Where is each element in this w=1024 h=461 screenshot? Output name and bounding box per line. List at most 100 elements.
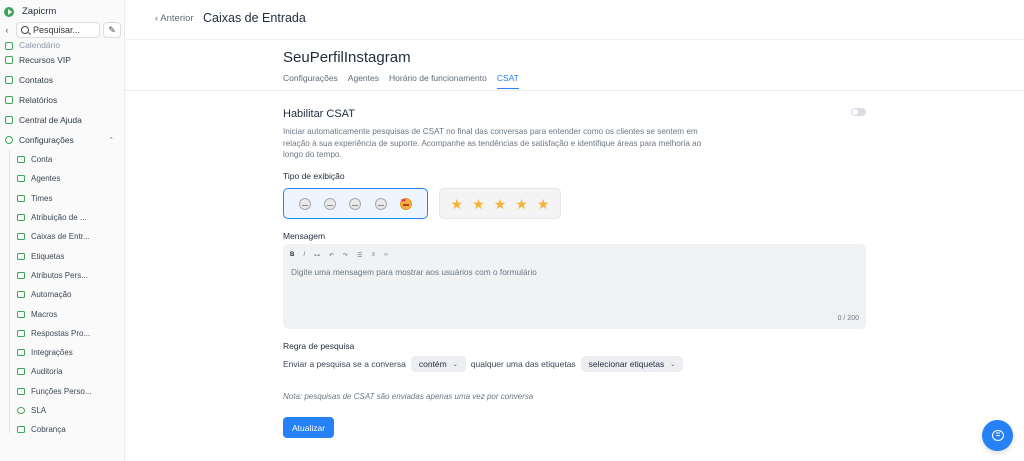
sidebar-item-sla[interactable]: SLA <box>0 401 124 420</box>
page-title: Caixas de Entrada <box>203 11 306 25</box>
sidebar-item-label: Etiquetas <box>31 251 65 261</box>
star-icon: ★ <box>450 195 464 212</box>
display-type-emoji-option[interactable] <box>283 188 428 219</box>
sidebar-item-macros[interactable]: Macros <box>0 304 124 323</box>
sidebar-item-agents[interactable]: Agentes <box>0 169 124 188</box>
heart-eyes-emoji-icon <box>400 197 413 210</box>
sidebar-item-teams[interactable]: Times <box>0 189 124 208</box>
sidebar: Zapicrm ‹ Pesquisar... ✎ Calendário Recu… <box>0 0 125 461</box>
search-placeholder: Pesquisar... <box>33 25 81 35</box>
sidebar-item-label: Agentes <box>31 174 61 184</box>
sidebar-item-inboxes[interactable]: Caixas de Entr... <box>0 227 124 246</box>
search-input[interactable]: Pesquisar... <box>16 22 100 38</box>
sidebar-item-canned-responses[interactable]: Respostas Pro... <box>0 324 124 343</box>
tab-csat[interactable]: CSAT <box>496 73 519 89</box>
star-icon: ★ <box>515 195 528 212</box>
tab-configuracoes[interactable]: Configurações <box>283 73 338 89</box>
sidebar-item-integrations[interactable]: Integrações <box>0 343 124 362</box>
redo-icon[interactable]: ↷ <box>343 252 348 259</box>
sidebar-item-label: Respostas Pro... <box>31 328 91 338</box>
bold-icon[interactable]: B <box>290 252 294 259</box>
character-counter: 0 / 200 <box>837 315 859 322</box>
csat-enable-toggle[interactable] <box>851 108 866 116</box>
tabs-divider <box>125 90 1024 91</box>
chevron-up-icon: ⌃ <box>108 137 114 144</box>
code-icon <box>17 271 25 279</box>
bullet-list-icon[interactable]: ☰ <box>357 252 362 259</box>
app-name: Zapicrm <box>22 6 57 17</box>
happy-emoji-icon <box>374 197 387 210</box>
sidebar-item-label: Contatos <box>19 75 54 85</box>
numbered-list-icon[interactable]: ≡ <box>371 252 375 259</box>
rule-tags-select[interactable]: selecionar etiquetas ⌄ <box>580 356 684 372</box>
rule-row: Enviar a pesquisa se a conversa contém ⌄… <box>283 356 684 372</box>
sidebar-item-custom-roles[interactable]: Funções Perso... <box>0 382 124 401</box>
rule-operator-select[interactable]: contém ⌄ <box>410 356 466 372</box>
sidebar-item-label: Cobrança <box>31 425 66 435</box>
settings-submenu: Conta Agentes Times Atribuição de ... Ca… <box>0 150 124 439</box>
sidebar-item-vip[interactable]: Recursos VIP <box>0 50 124 70</box>
sidebar-item-label: Recursos VIP <box>19 55 71 65</box>
sidebar-item-contacts[interactable]: Contatos <box>0 70 124 90</box>
sidebar-item-billing[interactable]: Cobrança <box>0 420 124 439</box>
sidebar-item-account[interactable]: Conta <box>0 150 124 169</box>
message-placeholder: Digite uma mensagem para mostrar aos usu… <box>291 267 537 277</box>
macro-icon <box>17 310 25 318</box>
rule-tags-value: selecionar etiquetas <box>588 359 665 369</box>
chevron-down-icon: ⌄ <box>670 361 676 368</box>
link-icon[interactable]: ⊶ <box>314 252 320 259</box>
reply-icon <box>17 329 25 337</box>
update-button[interactable]: Atualizar <box>283 417 334 438</box>
sidebar-item-labels[interactable]: Etiquetas <box>0 246 124 265</box>
plug-icon <box>17 349 25 357</box>
chat-widget-button[interactable] <box>982 420 1013 451</box>
inbox-name: SeuPerfilInstagram <box>283 49 411 66</box>
clock-icon <box>17 407 25 414</box>
sidebar-search-row: ‹ Pesquisar... ✎ <box>2 21 121 39</box>
sidebar-item-assignment[interactable]: Atribuição de ... <box>0 208 124 227</box>
sidebar-item-settings[interactable]: Configurações ⌃ <box>0 130 124 150</box>
sidebar-item-label: Atributos Pers... <box>31 270 88 280</box>
star-icon: ★ <box>493 195 507 212</box>
display-type-label: Tipo de exibição <box>283 171 345 181</box>
sidebar-item-help-center[interactable]: Central de Ajuda <box>0 110 124 130</box>
people-icon <box>17 194 25 202</box>
sidebar-item-audit[interactable]: Auditoria <box>0 362 124 381</box>
back-link[interactable]: ‹ Anterior <box>155 13 194 24</box>
code-icon[interactable]: ‹› <box>384 252 388 259</box>
collapse-chevron-icon[interactable]: ‹ <box>2 25 12 35</box>
sidebar-nav: Calendário Recursos VIP Contatos Relatór… <box>0 38 124 439</box>
chat-bubble-icon <box>991 430 1004 441</box>
book-icon <box>5 116 13 124</box>
sidebar-item-custom-attributes[interactable]: Atributos Pers... <box>0 266 124 285</box>
rule-label: Regra de pesquisa <box>283 341 355 351</box>
compose-button[interactable]: ✎ <box>103 22 121 38</box>
sidebar-item-label: Atribuição de ... <box>31 213 87 223</box>
audit-icon <box>17 368 25 376</box>
automation-icon <box>17 291 25 299</box>
role-icon <box>17 387 25 395</box>
sidebar-item-automation[interactable]: Automação <box>0 285 124 304</box>
undo-icon[interactable]: ↶ <box>329 252 334 259</box>
italic-icon[interactable]: I <box>303 252 305 259</box>
csat-description: Iniciar automaticamente pesquisas de CSA… <box>283 127 702 159</box>
sidebar-item-label: Integrações <box>31 348 73 358</box>
very-sad-emoji-icon <box>298 197 311 210</box>
sidebar-item-label: Funções Perso... <box>31 386 92 396</box>
app-logo-icon <box>4 6 14 17</box>
tab-agentes[interactable]: Agentes <box>348 73 379 89</box>
editor-toolbar: B I ⊶ ↶ ↷ ☰ ≡ ‹› <box>290 252 388 259</box>
display-type-star-option[interactable]: ★ ★ ★ ★ ★ <box>439 188 561 219</box>
sidebar-item-reports[interactable]: Relatórios <box>0 90 124 110</box>
sidebar-item-calendar[interactable]: Calendário <box>0 38 124 50</box>
tab-horario[interactable]: Horário de funcionamento <box>389 73 487 89</box>
inbox-icon <box>17 233 25 241</box>
briefcase-icon <box>17 156 25 164</box>
neutral-emoji-icon <box>349 197 362 210</box>
contacts-icon <box>5 76 13 84</box>
star-icon: ★ <box>536 195 550 212</box>
sidebar-item-label: Macros <box>31 309 58 319</box>
message-editor[interactable]: B I ⊶ ↶ ↷ ☰ ≡ ‹› Digite uma mensagem par… <box>283 244 866 329</box>
rule-prefix: Enviar a pesquisa se a conversa <box>283 359 406 369</box>
sidebar-item-label: Caixas de Entr... <box>31 232 90 242</box>
